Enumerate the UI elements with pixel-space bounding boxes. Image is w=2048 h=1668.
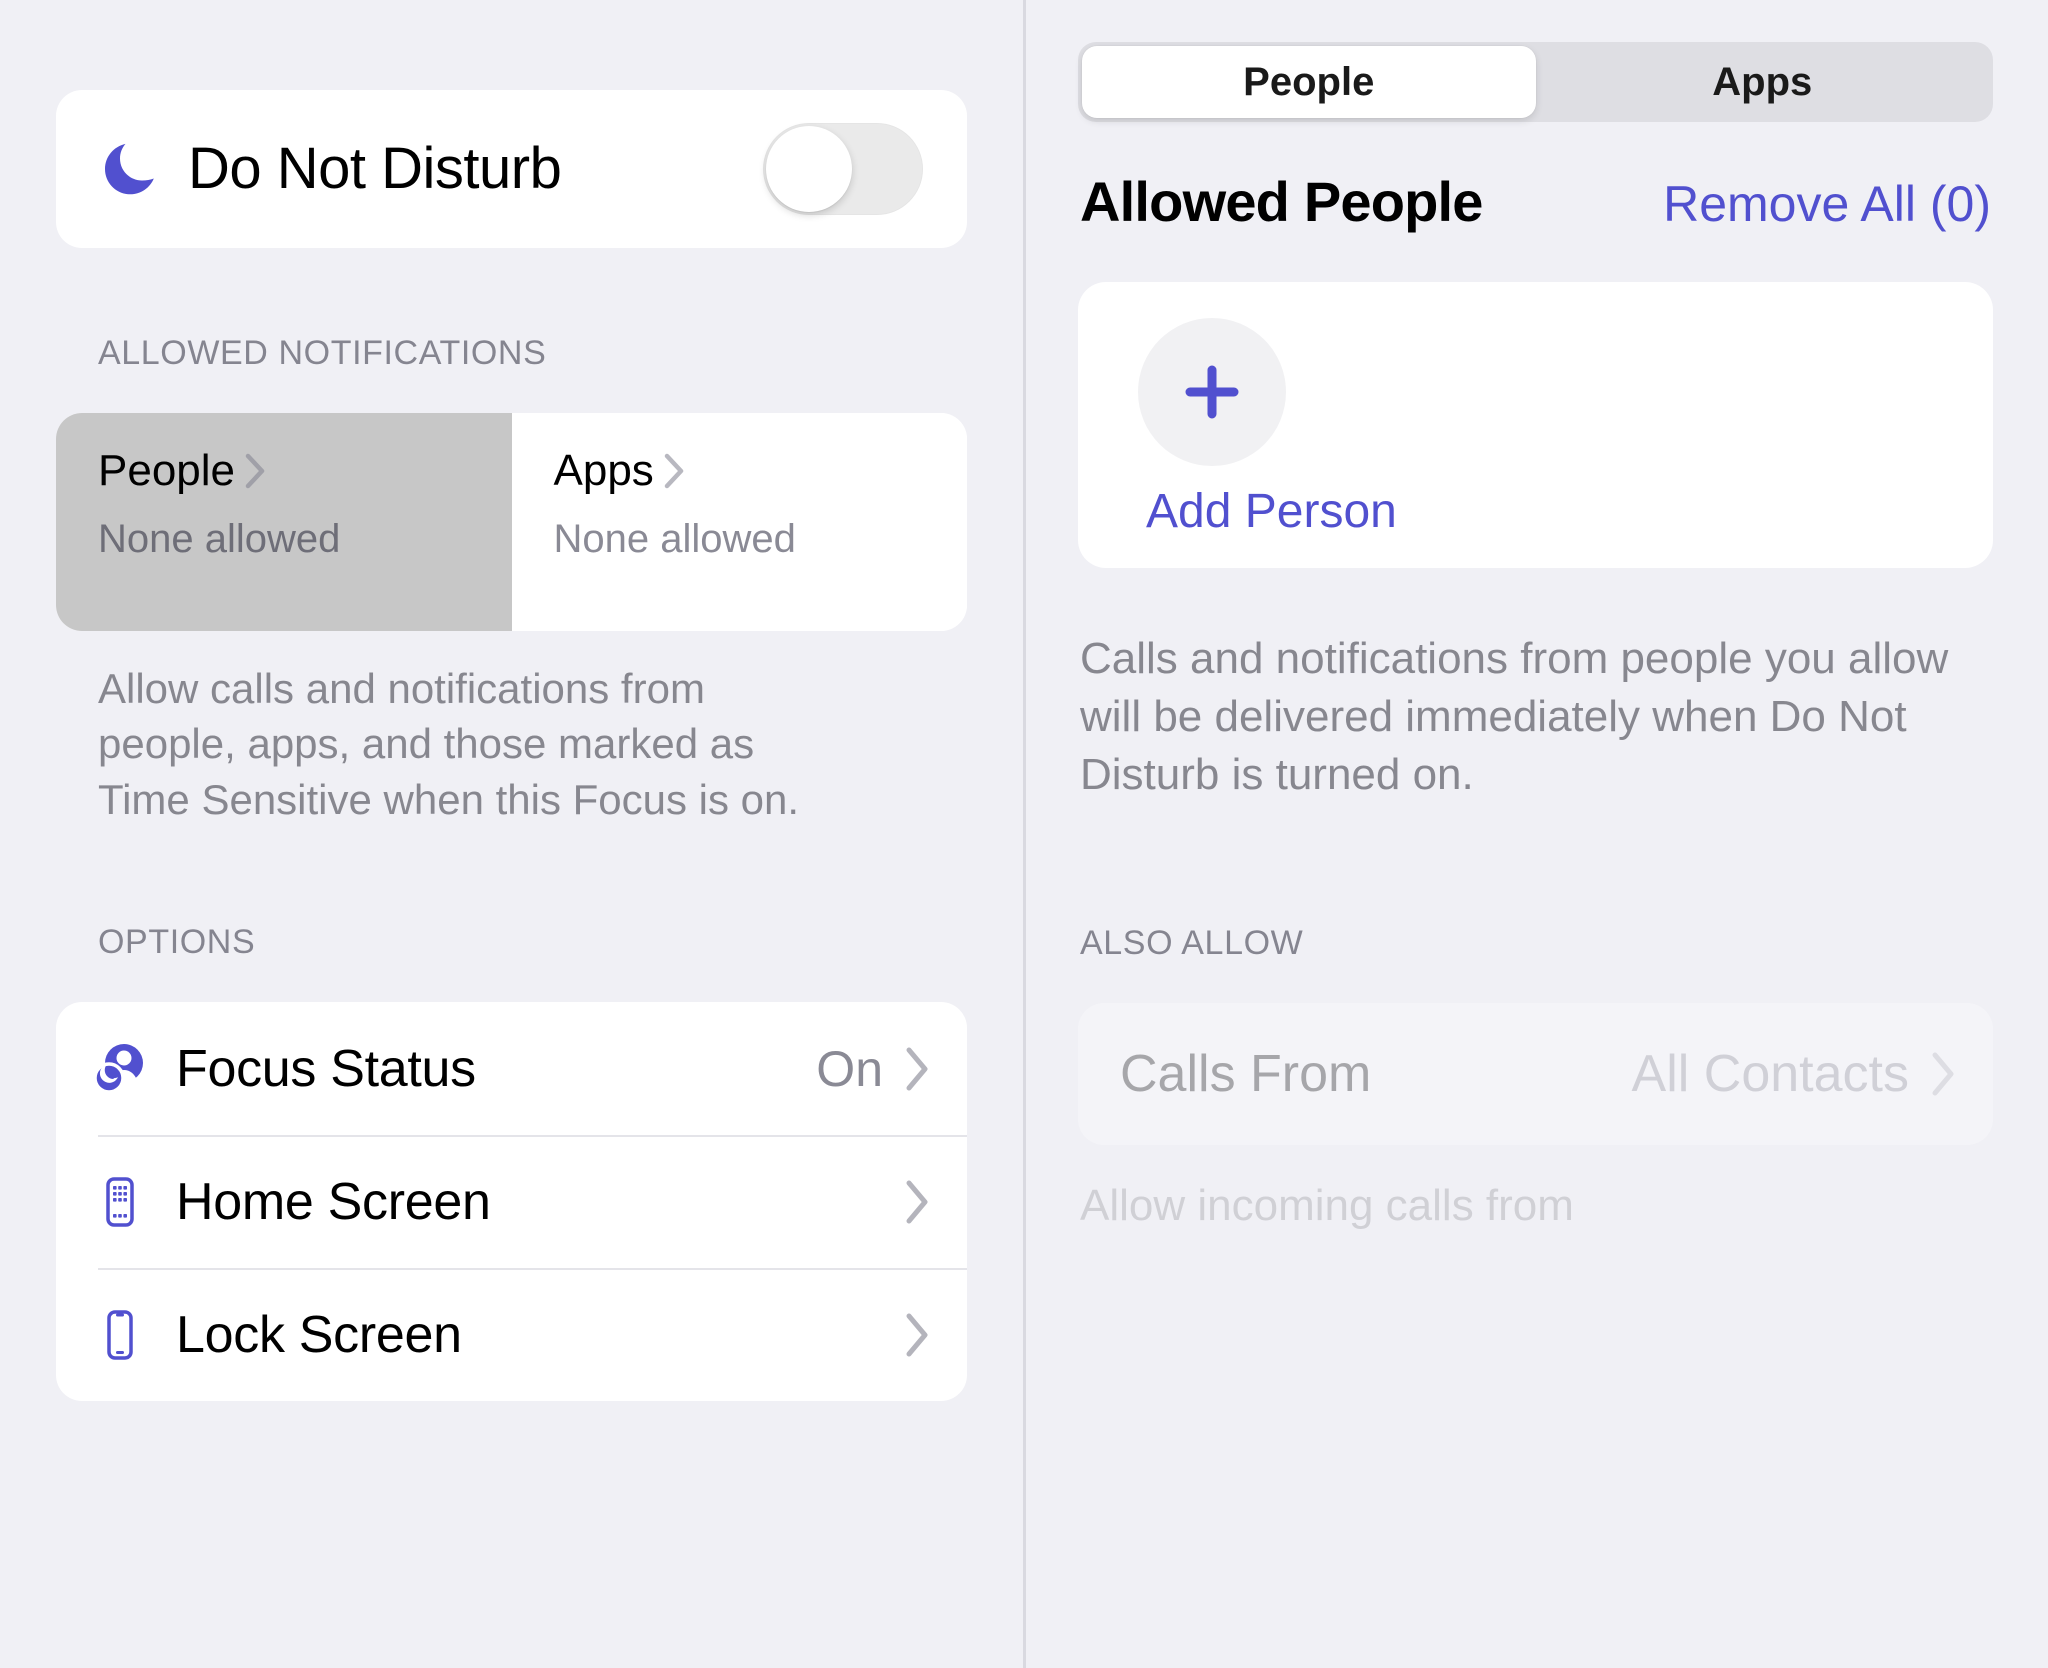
panel-divider xyxy=(1023,0,1026,1668)
people-cell-label: People xyxy=(98,446,236,495)
calls-from-label: Calls From xyxy=(1120,1045,1372,1104)
allowed-notifications-people-cell[interactable]: People None allowed xyxy=(56,413,512,631)
option-row-home-screen[interactable]: Home Screen xyxy=(56,1135,967,1268)
options-header: OPTIONS xyxy=(98,923,256,962)
plus-icon xyxy=(1185,365,1239,419)
allowed-people-header-row: Allowed People Remove All (0) xyxy=(1078,174,1993,230)
focus-title: Do Not Disturb xyxy=(188,136,562,201)
people-apps-segmented-control[interactable]: People Apps xyxy=(1078,42,1993,122)
allowed-notifications-header: ALLOWED NOTIFICATIONS xyxy=(98,334,547,372)
option-row-focus-status[interactable]: Focus Status On xyxy=(56,1002,967,1135)
option-label-focus-status: Focus Status xyxy=(176,1039,476,1098)
chevron-right-icon xyxy=(1932,1052,1954,1096)
home-screen-icon xyxy=(92,1174,148,1230)
option-label-lock-screen: Lock Screen xyxy=(176,1305,462,1364)
option-label-home-screen: Home Screen xyxy=(176,1172,491,1231)
do-not-disturb-toggle[interactable] xyxy=(763,123,923,215)
segment-people[interactable]: People xyxy=(1082,46,1536,118)
apps-cell-title-row: Apps xyxy=(554,449,968,493)
calls-from-row[interactable]: Calls From All Contacts xyxy=(1078,1003,1993,1146)
allowed-people-card: Add Person xyxy=(1078,282,1993,568)
option-row-lock-screen[interactable]: Lock Screen xyxy=(56,1268,967,1401)
calls-from-footnote: Allow incoming calls from xyxy=(1080,1181,1574,1231)
allowed-notifications-footnote: Allow calls and notifications from peopl… xyxy=(98,665,800,823)
chevron-right-icon xyxy=(906,1047,928,1091)
focus-settings-screen: Do Not Disturb ALLOWED NOTIFICATIONS Peo… xyxy=(0,0,2048,1668)
moon-icon xyxy=(105,143,154,195)
allowed-people-panel: People Apps Allowed People Remove All (0… xyxy=(1023,0,2048,1668)
chevron-right-icon xyxy=(906,1180,928,1224)
focus-detail-panel: Do Not Disturb ALLOWED NOTIFICATIONS Peo… xyxy=(0,0,1023,1668)
chevron-right-icon xyxy=(906,1313,928,1357)
chevron-right-icon xyxy=(664,453,684,489)
allowed-people-title: Allowed People xyxy=(1080,170,1483,233)
add-person-button[interactable] xyxy=(1138,318,1286,466)
also-allow-section: Calls From All Contacts Allow incoming c… xyxy=(1078,1003,1993,1235)
option-value-focus-status: On xyxy=(816,1040,883,1097)
allowed-notifications-card: People None allowed Apps None allowed xyxy=(56,413,967,631)
chevron-right-icon xyxy=(245,453,265,489)
apps-cell-label: Apps xyxy=(553,446,654,495)
remove-all-button[interactable]: Remove All (0) xyxy=(1663,179,1991,229)
allowed-notifications-apps-cell[interactable]: Apps None allowed xyxy=(511,413,968,631)
segment-apps[interactable]: Apps xyxy=(1536,46,1990,118)
options-card: Focus Status On Home Screen Lock Screen xyxy=(56,1002,967,1402)
do-not-disturb-card: Do Not Disturb xyxy=(56,90,967,248)
lock-screen-icon xyxy=(92,1307,148,1363)
also-allow-header: ALSO ALLOW xyxy=(1080,924,1304,963)
people-cell-subtitle: None allowed xyxy=(98,517,341,561)
calls-from-value: All Contacts xyxy=(1631,1045,1909,1104)
focus-status-icon xyxy=(92,1041,148,1097)
toggle-knob xyxy=(766,126,852,212)
people-cell-title-row: People xyxy=(98,449,512,493)
add-person-label[interactable]: Add Person xyxy=(1138,488,1993,536)
apps-cell-subtitle: None allowed xyxy=(553,517,796,561)
allowed-people-footnote: Calls and notifications from people you … xyxy=(1080,634,1949,800)
